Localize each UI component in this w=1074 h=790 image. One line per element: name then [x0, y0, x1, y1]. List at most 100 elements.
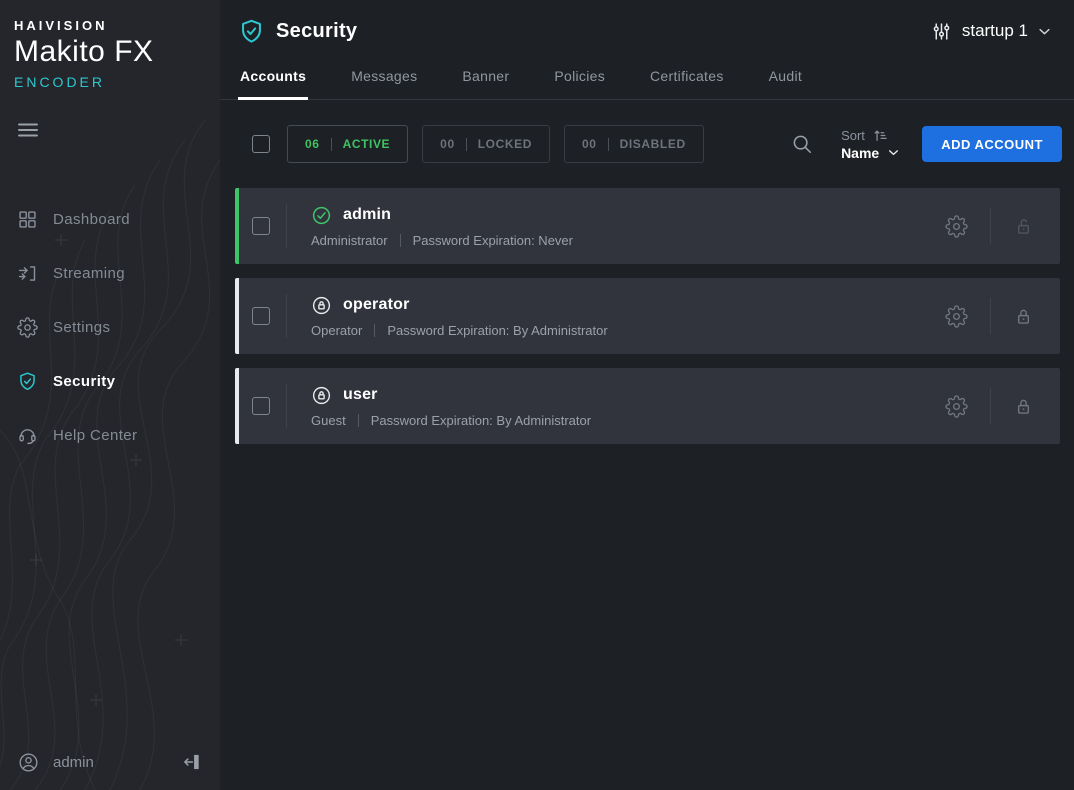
account-password-expiration: Password Expiration: By Administrator: [387, 323, 607, 338]
chip-divider: [331, 138, 332, 151]
preset-name: startup 1: [962, 21, 1028, 41]
shield-check-icon: [17, 371, 38, 392]
filter-count: 00: [582, 137, 597, 151]
filter-disabled[interactable]: 00 DISABLED: [564, 125, 704, 163]
account-settings-gear-icon[interactable]: [945, 305, 968, 328]
row-divider: [286, 204, 287, 248]
add-account-button[interactable]: ADD ACCOUNT: [922, 126, 1062, 162]
meta-divider: [358, 414, 359, 427]
unlock-icon[interactable]: [1013, 216, 1034, 237]
sidebar: HAIVISION Makito FX ENCODER Dashboard: [0, 0, 220, 790]
page-header: Security startup 1: [220, 0, 1074, 62]
sidebar-item-dashboard[interactable]: Dashboard: [0, 192, 220, 246]
logged-in-user: admin: [53, 754, 182, 771]
lock-icon[interactable]: [1013, 396, 1034, 417]
chevron-down-icon: [1037, 24, 1052, 39]
account-settings-gear-icon[interactable]: [945, 215, 968, 238]
sidebar-item-streaming[interactable]: Streaming: [0, 246, 220, 300]
tab-banner[interactable]: Banner: [460, 62, 511, 100]
sidebar-item-security[interactable]: Security: [0, 354, 220, 408]
tab-certificates[interactable]: Certificates: [648, 62, 726, 100]
sort-value: Name: [841, 145, 879, 161]
security-tabs: Accounts Messages Banner Policies Certif…: [220, 62, 1074, 100]
account-password-expiration: Password Expiration: By Administrator: [371, 413, 591, 428]
sidebar-item-label: Streaming: [53, 265, 125, 282]
gear-icon: [17, 317, 38, 338]
hamburger-menu-icon[interactable]: [16, 118, 40, 142]
account-row-operator[interactable]: operator Operator Password Expiration: B…: [235, 278, 1060, 354]
sidebar-item-label: Help Center: [53, 427, 137, 444]
tab-accounts[interactable]: Accounts: [238, 62, 308, 100]
actions-divider: [990, 298, 991, 334]
row-actions: [945, 208, 1034, 244]
account-name: operator: [343, 296, 410, 314]
lock-circle-icon: [311, 385, 332, 406]
row-checkbox[interactable]: [252, 397, 270, 415]
account-password-expiration: Password Expiration: Never: [413, 233, 573, 248]
row-divider: [286, 384, 287, 428]
actions-divider: [990, 388, 991, 424]
user-avatar-icon: [18, 752, 39, 773]
main-panel: Security startup 1 Accounts Messages Ban…: [220, 0, 1074, 790]
filter-count: 00: [440, 137, 455, 151]
check-circle-icon: [311, 205, 332, 226]
app-window: HAIVISION Makito FX ENCODER Dashboard: [0, 0, 1074, 790]
filter-locked[interactable]: 00 LOCKED: [422, 125, 550, 163]
dashboard-icon: [17, 209, 38, 230]
tab-audit[interactable]: Audit: [767, 62, 804, 100]
status-filters: 06 ACTIVE 00 LOCKED 00 DISABLED: [287, 125, 704, 163]
filter-label: DISABLED: [620, 137, 686, 151]
chip-divider: [608, 138, 609, 151]
account-row-user[interactable]: user Guest Password Expiration: By Admin…: [235, 368, 1060, 444]
sidebar-nav: Dashboard Streaming Settings: [0, 192, 220, 462]
lock-icon[interactable]: [1013, 306, 1034, 327]
row-actions: [945, 298, 1034, 334]
sidebar-item-settings[interactable]: Settings: [0, 300, 220, 354]
page-title: Security: [276, 20, 357, 43]
chevron-down-icon: [887, 146, 900, 159]
sort-ascending-icon: [873, 128, 888, 143]
brand-product-type: ENCODER: [14, 74, 220, 90]
lock-circle-icon: [311, 295, 332, 316]
meta-divider: [400, 234, 401, 247]
account-role: Operator: [311, 323, 362, 338]
search-icon[interactable]: [791, 133, 813, 155]
sort-selector[interactable]: Sort Name: [841, 128, 900, 161]
preset-selector[interactable]: startup 1: [931, 21, 1052, 42]
chip-divider: [466, 138, 467, 151]
row-divider: [286, 294, 287, 338]
filter-count: 06: [305, 137, 320, 151]
sort-label: Sort: [841, 128, 865, 143]
headset-icon: [17, 425, 38, 446]
actions-divider: [990, 208, 991, 244]
account-settings-gear-icon[interactable]: [945, 395, 968, 418]
filter-label: LOCKED: [478, 137, 532, 151]
filter-label: ACTIVE: [343, 137, 391, 151]
row-checkbox[interactable]: [252, 307, 270, 325]
sidebar-item-help-center[interactable]: Help Center: [0, 408, 220, 462]
select-all-checkbox[interactable]: [252, 135, 270, 153]
shield-check-icon: [238, 18, 265, 45]
account-info: operator Operator Password Expiration: B…: [311, 295, 608, 338]
logout-icon[interactable]: [182, 752, 202, 772]
tab-messages[interactable]: Messages: [349, 62, 419, 100]
meta-divider: [374, 324, 375, 337]
sidebar-user-bar: admin: [0, 734, 220, 790]
account-info: user Guest Password Expiration: By Admin…: [311, 385, 591, 428]
accounts-toolbar: 06 ACTIVE 00 LOCKED 00 DISABLED: [220, 125, 1074, 163]
account-name: admin: [343, 206, 391, 224]
account-role: Guest: [311, 413, 346, 428]
tab-policies[interactable]: Policies: [552, 62, 607, 100]
streaming-icon: [17, 263, 38, 284]
account-role: Administrator: [311, 233, 388, 248]
row-checkbox[interactable]: [252, 217, 270, 235]
account-info: admin Administrator Password Expiration:…: [311, 205, 573, 248]
filter-active[interactable]: 06 ACTIVE: [287, 125, 408, 163]
brand-product: Makito FX: [14, 35, 220, 69]
sidebar-item-label: Settings: [53, 319, 110, 336]
account-row-admin[interactable]: admin Administrator Password Expiration:…: [235, 188, 1060, 264]
account-name: user: [343, 386, 378, 404]
sliders-icon: [931, 21, 952, 42]
brand-logo: HAIVISION Makito FX ENCODER: [0, 0, 220, 90]
brand-company: HAIVISION: [14, 18, 220, 33]
